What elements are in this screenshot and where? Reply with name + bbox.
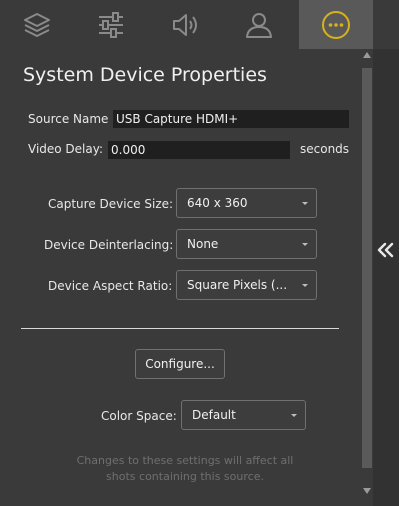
chevron-down-icon (291, 414, 297, 417)
capture-size-label: Capture Device Size: (48, 197, 174, 211)
chevron-down-icon (302, 284, 308, 287)
deinterlacing-label: Device Deinterlacing: (44, 238, 174, 252)
speaker-icon (173, 13, 197, 36)
tab-person[interactable] (222, 0, 296, 49)
chevron-down-icon (302, 243, 308, 246)
capture-size-select[interactable]: 640 x 360 (176, 188, 317, 218)
collapse-panel-button[interactable] (375, 238, 397, 262)
settings-note-line2: shots containing this source. (106, 470, 264, 483)
scroll-down-arrow-icon[interactable] (361, 488, 373, 498)
settings-note: Changes to these settings will affect al… (60, 453, 310, 485)
tab-adjustments[interactable] (74, 0, 148, 49)
capture-size-value: 640 x 360 (187, 196, 248, 210)
color-space-value: Default (192, 408, 236, 422)
page-title: System Device Properties (23, 64, 267, 86)
source-name-field[interactable]: USB Capture HDMI+ (113, 110, 349, 128)
source-name-label: Source Name (28, 112, 109, 126)
video-delay-label: Video Delay: (28, 142, 104, 156)
sliders-icon (99, 11, 123, 38)
scrollbar-thumb[interactable] (362, 68, 372, 468)
scroll-up-arrow-icon[interactable] (361, 52, 373, 62)
deinterlacing-select[interactable]: None (176, 229, 317, 259)
tab-more[interactable] (299, 0, 373, 49)
color-space-select[interactable]: Default (181, 400, 306, 430)
deinterlacing-value: None (187, 237, 219, 251)
aspect-ratio-label: Device Aspect Ratio: (48, 279, 173, 293)
aspect-ratio-select[interactable]: Square Pixels (... (176, 270, 317, 300)
color-space-label: Color Space: (101, 409, 177, 423)
person-icon (246, 12, 272, 38)
layers-icon (24, 12, 50, 37)
collapse-strip[interactable] (373, 49, 399, 506)
tab-bar (0, 0, 399, 49)
chevron-down-icon (302, 202, 308, 205)
more-options-icon (322, 10, 350, 39)
tab-audio[interactable] (148, 0, 222, 49)
tab-layers[interactable] (0, 0, 74, 49)
video-delay-field[interactable]: 0.000 (108, 141, 290, 159)
video-delay-unit: seconds (300, 142, 350, 156)
configure-button[interactable]: Configure... (135, 349, 225, 379)
section-divider (21, 328, 339, 329)
settings-note-line1: Changes to these settings will affect al… (76, 454, 294, 467)
aspect-ratio-value: Square Pixels (... (187, 278, 288, 292)
double-chevron-left-icon (377, 242, 394, 258)
